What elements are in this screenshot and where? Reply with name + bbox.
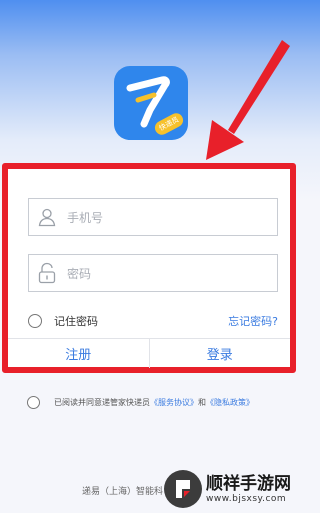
app-logo-mark-icon (126, 76, 170, 128)
password-placeholder: 密码 (67, 266, 92, 281)
watermark-logo-icon (164, 469, 202, 508)
remember-password-toggle[interactable]: 记住密码 (28, 313, 98, 329)
watermark-title: 顺祥手游网 (206, 473, 291, 494)
agreement-text: 已阅读并同意递管家快递员《服务协议》和《隐私政策》 (54, 397, 254, 408)
user-icon (29, 199, 65, 235)
remember-password-label: 记住密码 (54, 315, 98, 328)
phone-field[interactable]: 手机号 (28, 198, 278, 236)
phone-placeholder: 手机号 (67, 210, 104, 225)
footer-company: 递易（上海）智能科 (82, 487, 164, 497)
agreement-prefix: 已阅读并同意递管家快递员 (54, 397, 150, 407)
remember-row: 记住密码 忘记密码? (28, 309, 278, 333)
privacy-policy-link[interactable]: 《隐私政策》 (206, 398, 254, 407)
forgot-password-link[interactable]: 忘记密码? (228, 313, 278, 329)
action-row: 注册 登录 (8, 338, 290, 368)
lock-icon (29, 255, 65, 291)
login-button[interactable]: 登录 (148, 339, 291, 368)
register-button[interactable]: 注册 (8, 339, 149, 368)
agreement-row: 已阅读并同意递管家快递员《服务协议》和《隐私政策》 (27, 394, 297, 410)
remember-password-radio[interactable] (28, 314, 42, 328)
service-agreement-link[interactable]: 《服务协议》 (150, 398, 198, 407)
login-panel: 手机号 密码 记住密码 忘记密码? 注册 登录 (2, 163, 296, 373)
agreement-conjunction: 和 (198, 397, 206, 407)
red-arrow-icon (206, 40, 290, 160)
agreement-radio[interactable] (27, 395, 40, 409)
watermark-url: www.bjsxsy.com (206, 493, 287, 504)
app-logo: 快递员 (114, 66, 188, 140)
watermark: 顺祥手游网 www.bjsxsy.com (164, 466, 300, 511)
password-field[interactable]: 密码 (28, 254, 278, 292)
